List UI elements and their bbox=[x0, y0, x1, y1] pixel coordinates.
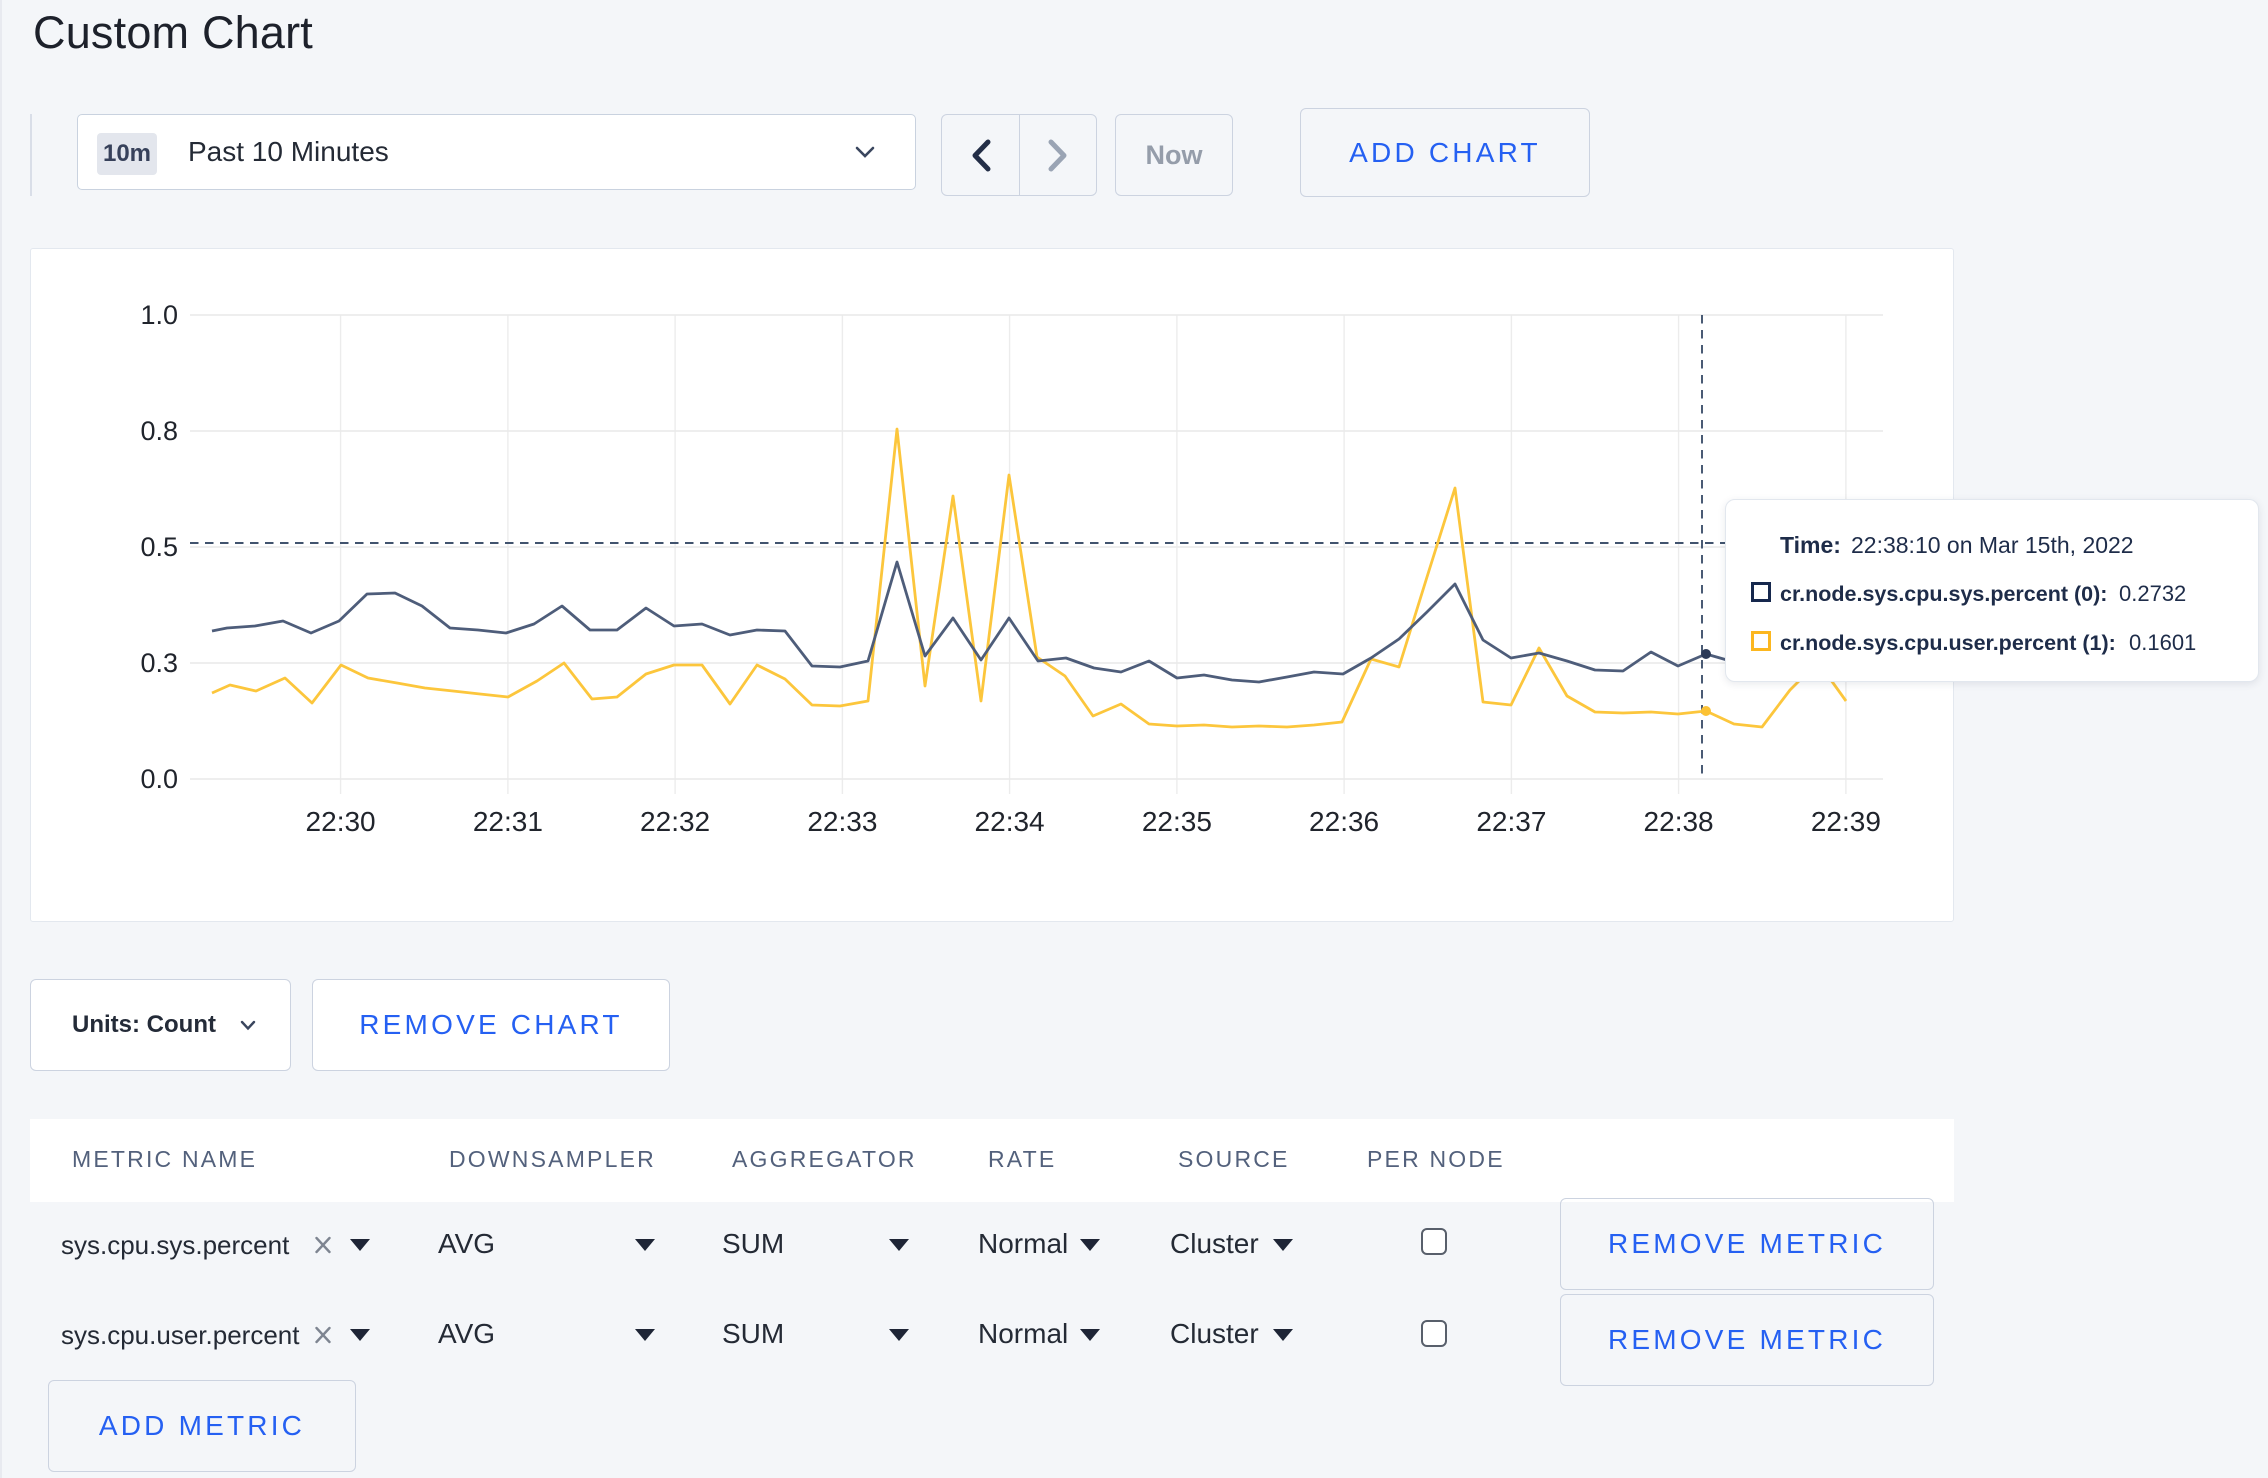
svg-text:22:34: 22:34 bbox=[975, 806, 1045, 837]
svg-text:22:31: 22:31 bbox=[473, 806, 543, 837]
svg-text:22:32: 22:32 bbox=[640, 806, 710, 837]
svg-text:0.5: 0.5 bbox=[140, 532, 178, 562]
svg-text:22:33: 22:33 bbox=[807, 806, 877, 837]
svg-text:22:39: 22:39 bbox=[1811, 806, 1881, 837]
svg-text:1.0: 1.0 bbox=[140, 300, 178, 330]
svg-text:0.3: 0.3 bbox=[140, 648, 178, 678]
svg-text:22:35: 22:35 bbox=[1142, 806, 1212, 837]
svg-text:0.8: 0.8 bbox=[140, 416, 178, 446]
svg-text:22:36: 22:36 bbox=[1309, 806, 1379, 837]
svg-text:22:37: 22:37 bbox=[1476, 806, 1546, 837]
svg-text:22:30: 22:30 bbox=[306, 806, 376, 837]
svg-text:22:38: 22:38 bbox=[1644, 806, 1714, 837]
svg-text:0.0: 0.0 bbox=[140, 764, 178, 794]
